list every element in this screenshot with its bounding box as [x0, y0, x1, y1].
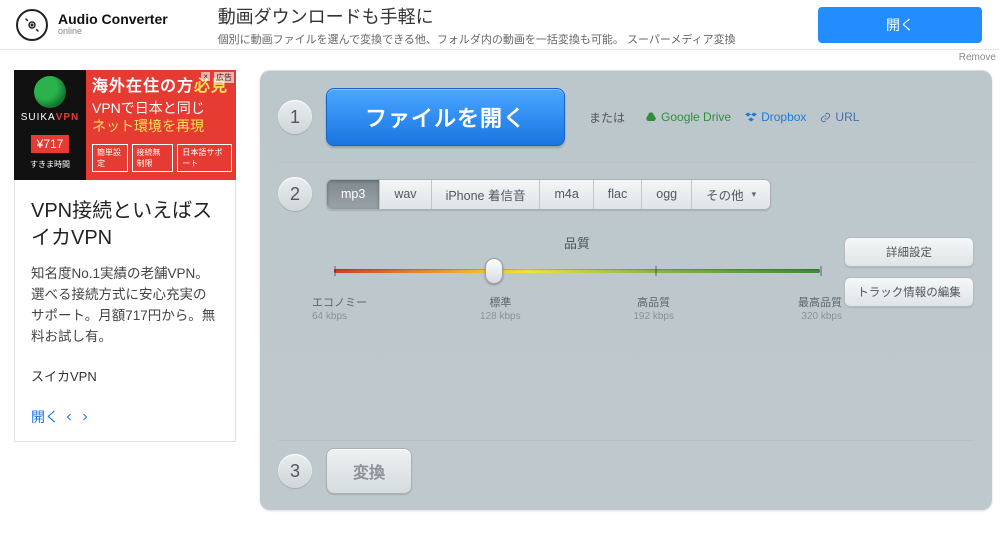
advanced-settings-button[interactable]: 詳細設定	[844, 237, 974, 267]
ad-line-3: ネット環境を再現	[92, 116, 232, 136]
format-segmented-control: mp3 wav iPhone 着信音 m4a flac ogg その他 ▾	[326, 179, 771, 210]
format-tab-flac[interactable]: flac	[594, 180, 642, 209]
step-number-2: 2	[278, 177, 312, 211]
dropbox-icon	[745, 111, 757, 123]
edit-track-info-button[interactable]: トラック情報の編集	[844, 277, 974, 307]
url-link[interactable]: URL	[820, 110, 859, 124]
ad-card[interactable]: VPN接続といえばスイカVPN 知名度No.1実績の老舗VPN。選べる接続方式に…	[14, 180, 236, 442]
step-number-3: 3	[278, 454, 312, 488]
ad-card-brand: スイカVPN	[31, 366, 219, 385]
header: Audio Converter online 動画ダウンロードも手軽に 個別に動…	[0, 0, 1000, 50]
step-1-row: 1 ファイルを開く または Google Drive Dropbox URL	[278, 88, 974, 146]
google-drive-link[interactable]: Google Drive	[645, 110, 731, 124]
format-tab-ogg[interactable]: ogg	[642, 180, 692, 209]
audio-converter-icon	[16, 9, 48, 41]
quality-block: 品質 エコノミー64 kbps 標準128 kbps	[278, 233, 974, 322]
step-3-row: 3 変換	[278, 448, 412, 494]
remove-ads-link[interactable]: Remove	[959, 52, 996, 63]
format-tab-iphone[interactable]: iPhone 着信音	[432, 180, 541, 209]
google-drive-icon	[645, 111, 657, 123]
watermelon-icon	[34, 76, 66, 108]
format-tab-other[interactable]: その他 ▾	[692, 180, 770, 209]
divider	[278, 440, 974, 441]
ad-card-body: 知名度No.1実績の老舗VPN。選べる接続方式に安心充実のサポート。月額717円…	[31, 264, 219, 348]
quality-label: 品質	[328, 233, 826, 252]
promo-title: 動画ダウンロードも手軽に	[218, 3, 818, 29]
slider-knob[interactable]	[485, 258, 503, 284]
dropbox-link[interactable]: Dropbox	[745, 110, 806, 124]
format-tab-m4a[interactable]: m4a	[540, 180, 593, 209]
cloud-links: Google Drive Dropbox URL	[645, 110, 859, 124]
brand-title: Audio Converter	[58, 12, 168, 27]
quality-level-economy: エコノミー64 kbps	[312, 294, 382, 322]
divider	[278, 162, 974, 163]
ad-headline: 海外在住の方必見	[92, 72, 232, 96]
chevron-right-icon	[79, 411, 91, 423]
brand-subtitle: online	[58, 27, 168, 37]
open-files-button[interactable]: ファイルを開く	[326, 88, 565, 146]
ad-close-icon[interactable]: ×	[201, 72, 210, 81]
ad-small-1: すきま時間	[30, 159, 70, 170]
or-label: または	[589, 109, 625, 126]
ad-card-open-link[interactable]: 開く	[31, 407, 91, 427]
ad-banner[interactable]: SUIKAVPN ¥717 すきま時間 × 広告 海外在住の方必見 VPNで日本…	[14, 70, 236, 180]
promo-desc: 個別に動画ファイルを選んで変換できる他、フォルダ内の動画を一括変換も可能。 スー…	[218, 31, 818, 47]
header-promo[interactable]: 動画ダウンロードも手軽に 個別に動画ファイルを選んで変換できる他、フォルダ内の動…	[218, 3, 818, 47]
ad-brand: SUIKAVPN	[21, 112, 80, 123]
logo[interactable]: Audio Converter online	[16, 9, 168, 41]
quality-slider[interactable]	[334, 262, 820, 280]
ad-badge: 広告	[214, 72, 234, 83]
sidebar: SUIKAVPN ¥717 すきま時間 × 広告 海外在住の方必見 VPNで日本…	[14, 70, 236, 510]
ad-price: ¥717	[31, 135, 70, 153]
ad-card-title: VPN接続といえばスイカVPN	[31, 198, 219, 252]
chevron-left-icon	[63, 411, 75, 423]
header-open-button[interactable]: 開く	[818, 7, 982, 43]
format-tab-mp3[interactable]: mp3	[327, 180, 380, 209]
step-2-row: 2 mp3 wav iPhone 着信音 m4a flac ogg その他 ▾	[278, 177, 974, 211]
main-panel: 1 ファイルを開く または Google Drive Dropbox URL	[260, 70, 992, 510]
convert-button[interactable]: 変換	[326, 448, 412, 494]
ad-pill: 簡単設定	[92, 144, 128, 172]
ad-pill: 日本語サポート	[177, 144, 232, 172]
quality-level-best: 最高品質320 kbps	[772, 294, 842, 322]
ad-line-2: VPNで日本と同じ	[92, 98, 232, 118]
quality-level-high: 高品質192 kbps	[619, 294, 689, 322]
format-tab-wav[interactable]: wav	[380, 180, 431, 209]
link-icon	[820, 112, 831, 123]
quality-level-standard: 標準128 kbps	[465, 294, 535, 322]
chevron-down-icon: ▾	[752, 189, 757, 200]
step-number-1: 1	[278, 100, 312, 134]
ad-pill: 接続無制限	[132, 144, 174, 172]
